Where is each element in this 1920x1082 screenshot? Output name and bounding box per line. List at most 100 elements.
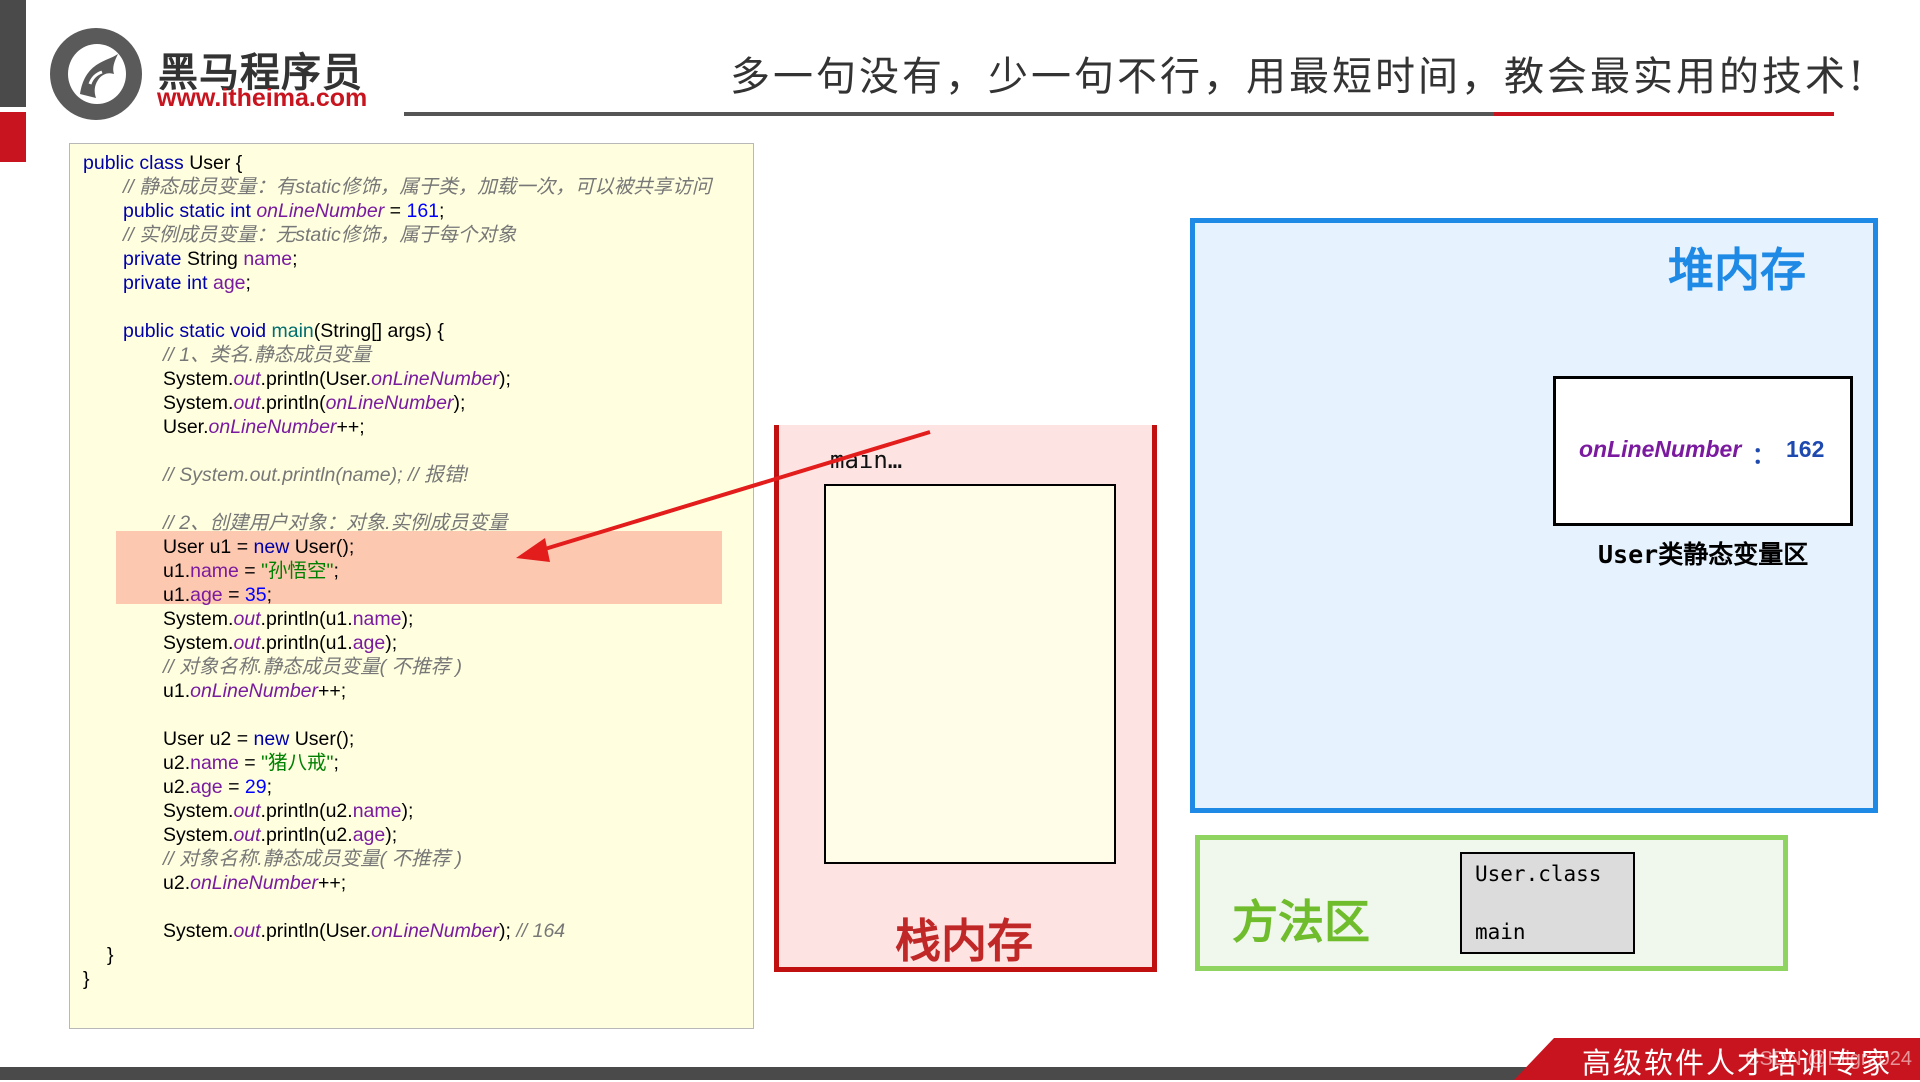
code-token: onLineNumber xyxy=(371,368,500,390)
code-token: age xyxy=(352,632,386,654)
code-token: out xyxy=(233,368,261,390)
code-token: u1. xyxy=(163,680,191,702)
code-token: .println( xyxy=(260,392,326,414)
code-token: System. xyxy=(163,608,234,630)
header-divider-accent xyxy=(1494,112,1834,116)
static-area-caption: User类静态变量区 xyxy=(1598,540,1809,569)
code-token: public static int xyxy=(123,200,257,222)
code-token: // 对象名称.静态成员变量( 不推荐 ) xyxy=(163,656,462,678)
code-token: new xyxy=(253,728,295,750)
code-token: System. xyxy=(163,800,234,822)
code-token: String xyxy=(186,248,244,270)
code-line: u1.name = "孙悟空"; xyxy=(163,559,339,583)
code-token: // System.out.println(name); // 报错! xyxy=(163,464,469,486)
code-token: ++; xyxy=(318,872,347,894)
code-line: public class User { xyxy=(83,151,242,175)
code-line: // 1、类名.静态成员变量 xyxy=(163,343,371,367)
code-token: u2. xyxy=(163,872,191,894)
code-token: // 静态成员变量：有static修饰，属于类，加载一次，可以被共享访问 xyxy=(123,176,712,198)
code-line: u2.onLineNumber++; xyxy=(163,871,346,895)
code-line: u2.name = "猪八戒"; xyxy=(163,751,339,775)
code-token: u2. xyxy=(163,776,191,798)
code-token: System. xyxy=(163,920,234,942)
code-token: "猪八戒" xyxy=(261,752,334,774)
code-token: name xyxy=(190,752,239,774)
method-area-title: 方法区 xyxy=(1232,895,1370,949)
code-token: System. xyxy=(163,392,234,414)
code-token: User(); xyxy=(294,536,355,558)
code-token: // 2、创建用户对象：对象.实例成员变量 xyxy=(163,512,508,534)
code-token: onLineNumber xyxy=(190,680,319,702)
code-token: = xyxy=(238,752,262,774)
code-token: out xyxy=(233,632,261,654)
main-stack-frame xyxy=(824,484,1116,864)
code-token: ); xyxy=(401,800,414,822)
code-token: } xyxy=(107,944,114,966)
code-line: private int age; xyxy=(123,271,251,295)
code-token: onLineNumber xyxy=(371,920,500,942)
code-token: onLineNumber xyxy=(190,872,319,894)
code-token: ); xyxy=(385,632,398,654)
code-line: System.out.println(User.onLineNumber); xyxy=(163,367,511,391)
code-token: onLineNumber xyxy=(325,392,454,414)
code-token: .println(u2. xyxy=(260,824,353,846)
code-token: public class xyxy=(83,152,190,174)
code-token: "孙悟空" xyxy=(261,560,334,582)
code-token: ; xyxy=(439,200,445,222)
main-frame-label: main… xyxy=(830,446,903,474)
code-token: private xyxy=(123,248,187,270)
code-line: User u2 = new User(); xyxy=(163,727,354,751)
code-token: new xyxy=(253,536,295,558)
static-field-name: onLineNumber xyxy=(1579,436,1742,462)
code-line: public static int onLineNumber = 161; xyxy=(123,199,444,223)
code-token: ; xyxy=(266,584,273,606)
left-accent-bar-red xyxy=(0,112,26,162)
code-token: ; xyxy=(333,560,339,582)
code-token: // 164 xyxy=(516,920,566,942)
code-token: private int xyxy=(123,272,213,294)
code-line: // 对象名称.静态成员变量( 不推荐 ) xyxy=(163,847,462,871)
code-token: System. xyxy=(163,368,234,390)
stack-memory-title: 栈内存 xyxy=(895,914,1033,968)
code-token: ; xyxy=(333,752,339,774)
code-token: age xyxy=(190,776,223,798)
code-line: // System.out.println(name); // 报错! xyxy=(163,463,469,487)
code-token: } xyxy=(83,968,90,990)
code-token: .println(u1. xyxy=(260,632,353,654)
code-line: // 对象名称.静态成员变量( 不推荐 ) xyxy=(163,655,462,679)
code-line: } xyxy=(83,967,90,991)
code-token: ; xyxy=(245,272,251,294)
code-token: = xyxy=(222,776,245,798)
code-token: (String[] args) { xyxy=(313,320,444,342)
code-token: User { xyxy=(189,152,243,174)
code-line: System.out.println(u1.name); xyxy=(163,607,413,631)
code-token: name xyxy=(352,800,402,822)
code-token: System. xyxy=(163,632,234,654)
code-line: } xyxy=(107,943,114,967)
code-token: onLineNumber xyxy=(208,416,337,438)
code-token: ; xyxy=(266,776,273,798)
code-token: ); xyxy=(499,368,511,390)
code-token: = xyxy=(238,560,262,582)
code-token: out xyxy=(233,920,261,942)
code-token: u2. xyxy=(163,752,191,774)
code-token: = xyxy=(222,584,245,606)
code-token: u1. xyxy=(163,584,191,606)
static-field-value: 162 xyxy=(1786,436,1825,462)
slogan: 多一句没有，少一句不行，用最短时间，教会最实用的技术! xyxy=(730,54,1868,100)
code-token: = xyxy=(384,200,407,222)
code-token: ); xyxy=(453,392,466,414)
code-token: out xyxy=(233,824,261,846)
code-token: User(); xyxy=(294,728,355,750)
left-accent-bar-gray xyxy=(0,0,26,107)
code-token: ++; xyxy=(318,680,347,702)
code-line: System.out.println(u2.age); xyxy=(163,823,397,847)
code-token: User u1 = xyxy=(163,536,254,558)
code-line: // 静态成员变量：有static修饰，属于类，加载一次，可以被共享访问 xyxy=(123,175,711,199)
code-line: // 2、创建用户对象：对象.实例成员变量 xyxy=(163,511,508,535)
code-token: User. xyxy=(163,416,209,438)
code-line: User u1 = new User(); xyxy=(163,535,354,559)
code-token: ++; xyxy=(336,416,365,438)
code-token: out xyxy=(233,608,261,630)
horse-logo-inner xyxy=(68,44,126,104)
